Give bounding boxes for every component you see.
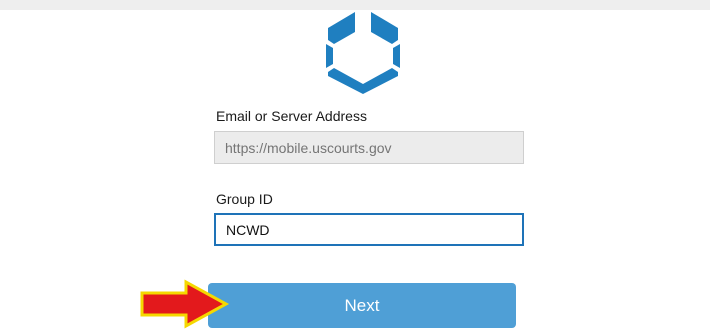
- next-button[interactable]: Next: [208, 283, 516, 328]
- group-id-input[interactable]: [214, 213, 524, 246]
- server-address-input[interactable]: [214, 131, 524, 164]
- login-screen: Email or Server Address Group ID Next: [0, 0, 710, 331]
- window-top-edge: [0, 0, 710, 10]
- red-arrow-pointer-icon: [140, 279, 230, 329]
- app-logo-icon: [326, 12, 400, 94]
- server-address-label: Email or Server Address: [216, 108, 367, 124]
- group-id-label: Group ID: [216, 191, 273, 207]
